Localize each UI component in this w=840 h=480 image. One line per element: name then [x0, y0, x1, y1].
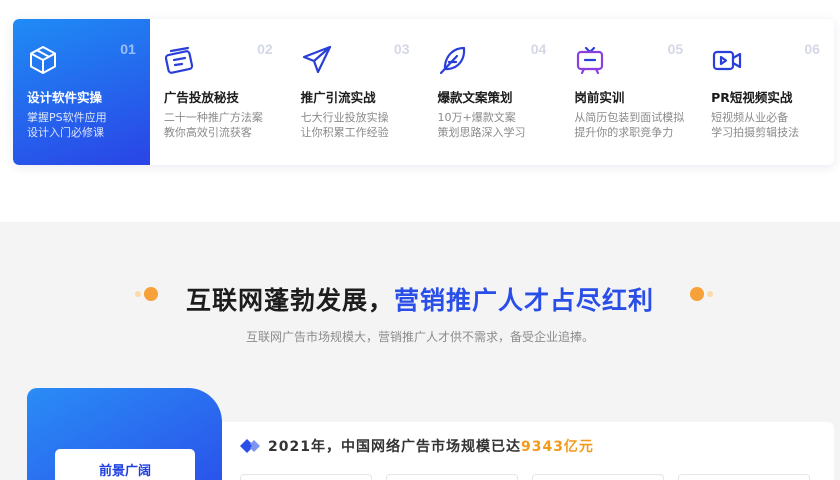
course-desc-line: 学习拍摄剪辑技法 — [711, 126, 800, 139]
course-desc-line: 提升你的求职竞争力 — [574, 126, 674, 139]
headline-main: 互联网蓬勃发展， — [185, 286, 394, 315]
course-number: 03 — [393, 41, 410, 57]
course-number: 05 — [667, 41, 684, 57]
course-desc: 二十一种推广方法案 教你高效引流获客 — [164, 110, 263, 140]
course-item-ads[interactable]: 02 广告投放秘技 二十一种推广方法案 教你高效引流获客 — [150, 19, 287, 165]
market-size-stat: 2021年，中国网络广告市场规模已达9343亿元 — [268, 436, 594, 456]
course-item-video[interactable]: 06 PR短视频实战 短视频从业必备 学习拍摄剪辑技法 — [697, 19, 834, 165]
course-number: 04 — [530, 41, 547, 57]
paper-plane-icon — [302, 45, 331, 74]
feather-icon — [440, 46, 466, 75]
course-nav: 01 设计软件实操 掌握PS软件应用 设计入门必修课 02 广告投放秘技 二十一… — [13, 19, 834, 165]
tab-prospects[interactable]: 前景广阔 — [55, 449, 195, 480]
course-title: 爆款文案策划 — [437, 90, 513, 105]
course-title: 推广引流实战 — [300, 90, 376, 105]
course-desc: 10万+爆款文案 策划思路深入学习 — [437, 110, 525, 140]
course-desc: 七大行业投放实操 让你积累工作经验 — [301, 110, 389, 140]
course-desc-line: 策划思路深入学习 — [437, 126, 526, 139]
course-number: 01 — [120, 41, 136, 57]
course-item-design[interactable]: 01 设计软件实操 掌握PS软件应用 设计入门必修课 — [13, 19, 150, 165]
course-desc: 掌握PS软件应用 设计入门必修课 — [27, 110, 107, 140]
course-desc-line: 10万+爆款文案 — [437, 111, 516, 124]
cube-icon — [30, 46, 56, 74]
course-title: 广告投放秘技 — [163, 90, 239, 105]
course-desc-line: 教你高效引流获客 — [163, 126, 252, 139]
section-subtitle: 互联网广告市场规模大，营销推广人才供不需求，备受企业追捧。 — [245, 330, 594, 344]
course-desc-line: 二十一种推广方法案 — [163, 111, 263, 124]
course-desc-line: 七大行业投放实操 — [300, 111, 389, 124]
stat-panel: 2021年，中国网络广告市场规模已达9343亿元 — [222, 422, 834, 480]
course-item-copywriting[interactable]: 04 爆款文案策划 10万+爆款文案 策划思路深入学习 — [423, 19, 560, 165]
course-title: 岗前实训 — [574, 90, 625, 105]
course-title: PR短视频实战 — [711, 90, 793, 105]
stat-card — [532, 474, 664, 480]
card-icon — [164, 46, 193, 74]
video-icon — [713, 50, 742, 71]
stat-card — [240, 474, 372, 480]
course-number: 06 — [804, 41, 820, 57]
course-desc: 从简历包装到面试模拟 提升你的求职竞争力 — [574, 110, 684, 140]
stat-value: 9343亿元 — [520, 439, 594, 455]
stat-card — [386, 474, 518, 480]
side-tab-panel: 前景广阔 — [27, 388, 222, 480]
board-icon — [577, 46, 604, 75]
course-number: 02 — [257, 41, 273, 57]
stat-card — [678, 474, 810, 480]
course-title: 设计软件实操 — [27, 90, 103, 105]
headline-accent: 营销推广人才占尽红利 — [394, 286, 655, 315]
course-desc-line: 掌握PS软件应用 — [27, 111, 107, 124]
decorative-dots-right-icon — [690, 287, 713, 301]
course-desc-line: 从简历包装到面试模拟 — [574, 111, 685, 124]
diamond-icon — [240, 439, 260, 453]
course-item-training[interactable]: 05 岗前实训 从简历包装到面试模拟 提升你的求职竞争力 — [560, 19, 697, 165]
course-desc-line: 设计入门必修课 — [27, 126, 104, 139]
course-item-traffic[interactable]: 03 推广引流实战 七大行业投放实操 让你积累工作经验 — [287, 19, 424, 165]
stat-prefix: 2021年，中国网络广告市场规模已达 — [268, 439, 521, 455]
course-desc-line: 短视频从业必备 — [711, 111, 789, 124]
course-desc: 短视频从业必备 学习拍摄剪辑技法 — [711, 110, 799, 140]
course-desc-line: 让你积累工作经验 — [300, 126, 389, 139]
